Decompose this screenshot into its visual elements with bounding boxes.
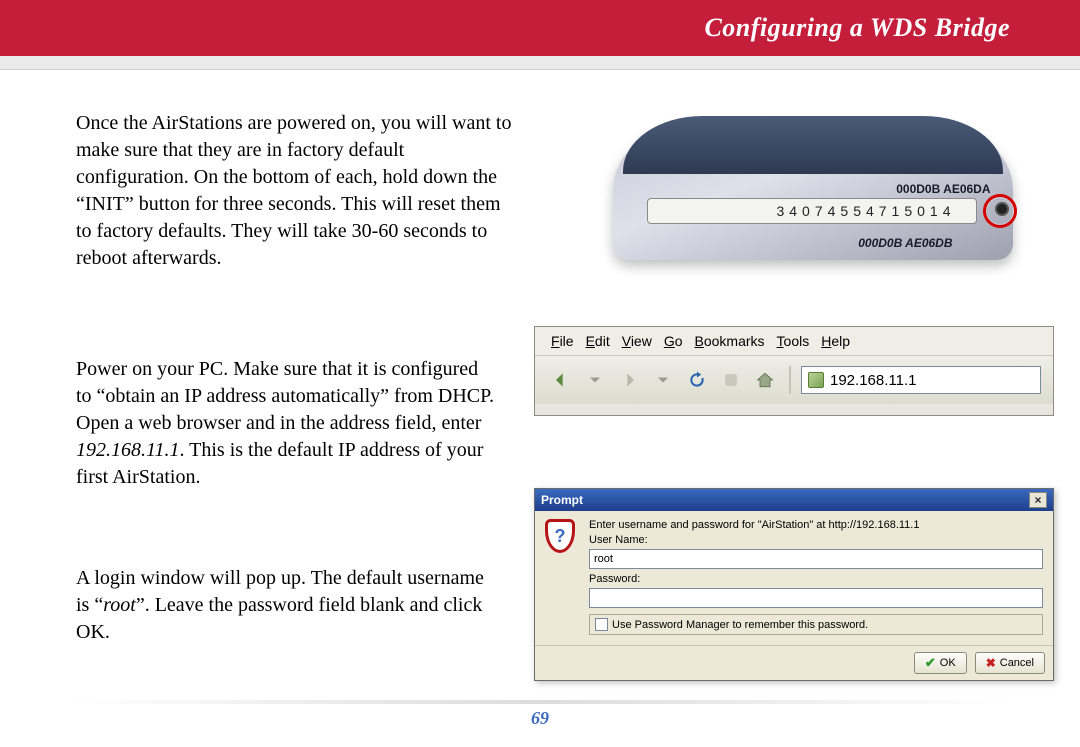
- x-icon: ✖: [986, 656, 996, 670]
- forward-dropdown[interactable]: [649, 366, 677, 394]
- page-icon: [808, 372, 824, 388]
- browser-menubar: File Edit View Go Bookmarks Tools Help: [535, 327, 1053, 356]
- close-icon: ×: [1034, 493, 1041, 507]
- chevron-down-icon: [653, 370, 673, 390]
- stop-button[interactable]: [717, 366, 745, 394]
- device-sticker-fine: [654, 201, 774, 221]
- ok-label: OK: [940, 657, 956, 669]
- address-text: 192.168.11.1: [830, 372, 916, 389]
- question-icon: ?: [545, 519, 579, 553]
- paragraph-1: Once the AirStations are powered on, you…: [76, 110, 516, 272]
- reload-icon: [687, 370, 707, 390]
- device-top: [623, 116, 1003, 174]
- check-icon: ✔: [925, 655, 936, 671]
- remember-checkbox[interactable]: [595, 618, 608, 631]
- dialog-button-row: ✔ OK ✖ Cancel: [535, 645, 1053, 680]
- forward-button[interactable]: [615, 366, 643, 394]
- p3-b: ”. Leave the password field blank and cl…: [76, 594, 482, 643]
- menu-bookmarks[interactable]: Bookmarks: [695, 333, 765, 349]
- chevron-down-icon: [585, 370, 605, 390]
- reload-button[interactable]: [683, 366, 711, 394]
- username-label: User Name:: [589, 534, 1043, 546]
- menu-tools[interactable]: Tools: [777, 333, 810, 349]
- back-dropdown[interactable]: [581, 366, 609, 394]
- page-title: Configuring a WDS Bridge: [704, 13, 1010, 43]
- home-button[interactable]: [751, 366, 779, 394]
- remember-label: Use Password Manager to remember this pa…: [612, 619, 868, 631]
- home-icon: [755, 370, 775, 390]
- back-button[interactable]: [547, 366, 575, 394]
- username-input[interactable]: [589, 549, 1043, 569]
- footer-rule: [70, 700, 1010, 704]
- device-figure: 000D0B AE06DA 34074554715014 000D0B AE06…: [605, 110, 1020, 270]
- p2-ip: 192.168.11.1: [76, 439, 180, 461]
- menu-edit[interactable]: Edit: [586, 333, 610, 349]
- login-prompt-dialog: Prompt × ? Enter username and password f…: [534, 488, 1054, 681]
- init-button-highlight: [983, 194, 1017, 228]
- password-input[interactable]: [589, 588, 1043, 608]
- menu-help[interactable]: Help: [821, 333, 850, 349]
- prompt-message: Enter username and password for "AirStat…: [589, 519, 1043, 531]
- toolbar-divider: [789, 366, 791, 394]
- p2-a: Power on your PC. Make sure that it is c…: [76, 358, 494, 434]
- device-sticker: 34074554715014: [647, 198, 977, 224]
- address-bar[interactable]: 192.168.11.1: [801, 366, 1041, 394]
- arrow-right-icon: [619, 370, 639, 390]
- footer: 69: [70, 700, 1010, 729]
- dialog-titlebar: Prompt ×: [535, 489, 1053, 511]
- ok-button[interactable]: ✔ OK: [914, 652, 967, 674]
- menu-go[interactable]: Go: [664, 333, 683, 349]
- device-body: 000D0B AE06DA 34074554715014 000D0B AE06…: [613, 120, 1013, 260]
- close-button[interactable]: ×: [1029, 492, 1047, 508]
- browser-figure: File Edit View Go Bookmarks Tools Help: [534, 326, 1054, 416]
- page-number: 69: [70, 708, 1010, 729]
- device-serial: 34074554715014: [776, 203, 955, 219]
- menu-file[interactable]: File: [551, 333, 574, 349]
- dialog-title: Prompt: [541, 493, 583, 507]
- remember-row[interactable]: Use Password Manager to remember this pa…: [589, 614, 1043, 635]
- p3-root: root: [103, 594, 136, 616]
- arrow-left-icon: [551, 370, 571, 390]
- cancel-label: Cancel: [1000, 657, 1034, 669]
- header-band: Configuring a WDS Bridge: [0, 0, 1080, 56]
- sub-band: [0, 56, 1080, 70]
- browser-toolbar: 192.168.11.1: [535, 356, 1053, 404]
- paragraph-2: Power on your PC. Make sure that it is c…: [76, 356, 496, 491]
- stop-icon: [721, 370, 741, 390]
- menu-view[interactable]: View: [622, 333, 652, 349]
- cancel-button[interactable]: ✖ Cancel: [975, 652, 1045, 674]
- device-mac-top: 000D0B AE06DA: [896, 182, 990, 196]
- paragraph-3: A login window will pop up. The default …: [76, 565, 496, 646]
- password-label: Password:: [589, 573, 1043, 585]
- device-mac-bottom: 000D0B AE06DB: [858, 236, 952, 250]
- dialog-body: ? Enter username and password for "AirSt…: [535, 511, 1053, 645]
